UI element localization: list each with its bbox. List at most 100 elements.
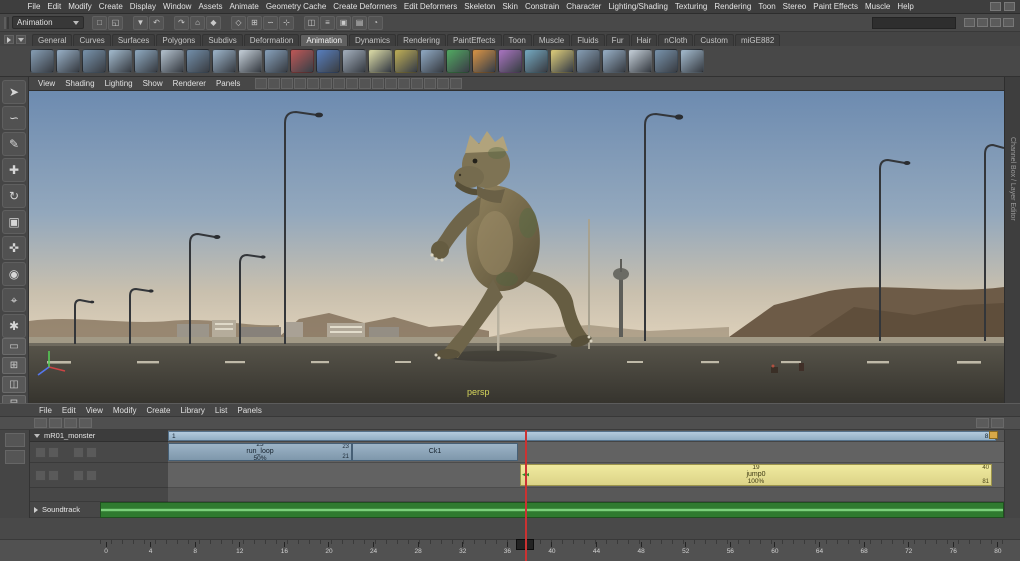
- panel-toolbar-button-03[interactable]: [281, 78, 294, 89]
- menu-item[interactable]: Edit Deformers: [400, 2, 460, 11]
- timeline-tick[interactable]: 28: [412, 542, 424, 555]
- animation-shelf-button-03[interactable]: [82, 49, 106, 73]
- shelf-tab[interactable]: Rendering: [397, 34, 446, 46]
- panel-menu-item[interactable]: Lighting: [100, 79, 138, 88]
- track-mute-button[interactable]: [35, 469, 46, 481]
- panel-toolbar-button-06[interactable]: [320, 78, 333, 89]
- timeline-tick[interactable]: 72: [903, 542, 915, 555]
- timeline-tick[interactable]: 32: [457, 542, 469, 555]
- move-track-down-button[interactable]: [49, 418, 62, 428]
- move-track-up-button[interactable]: [34, 418, 47, 428]
- timeline-tick[interactable]: 24: [368, 542, 380, 555]
- expand-arrow-icon[interactable]: [34, 506, 38, 513]
- panel-menu-item[interactable]: Renderer: [168, 79, 211, 88]
- menu-item[interactable]: Paint Effects: [810, 2, 862, 11]
- shelf-tab[interactable]: Hair: [630, 34, 658, 46]
- shelf-tab[interactable]: Custom: [694, 34, 734, 46]
- redo-button[interactable]: ↷: [174, 15, 189, 30]
- track-2-lane[interactable]: ◂◂ 19 jump0 100% 40 81: [168, 463, 1004, 488]
- track-options-button[interactable]: [86, 446, 97, 458]
- animation-shelf-button-26[interactable]: [680, 49, 704, 73]
- shelf-prev-tab-button[interactable]: [4, 35, 14, 44]
- snap-to-point-button[interactable]: ⊹: [279, 15, 294, 30]
- panel-toolbar-button-05[interactable]: [307, 78, 320, 89]
- animation-shelf-button-02[interactable]: [56, 49, 80, 73]
- timeline-tick[interactable]: 8: [189, 542, 201, 555]
- shelf-tab[interactable]: Deformation: [243, 34, 300, 46]
- trax-graph-toggle-button[interactable]: [4, 433, 25, 447]
- timeline-tick[interactable]: 68: [858, 542, 870, 555]
- panel-toolbar-button-08[interactable]: [346, 78, 359, 89]
- shelf-tab[interactable]: Subdivs: [202, 34, 243, 46]
- track-options-button[interactable]: [86, 469, 97, 481]
- animation-shelf-button-10[interactable]: [264, 49, 288, 73]
- select-tool[interactable]: ➤: [2, 80, 26, 104]
- animation-shelf-button-24[interactable]: [628, 49, 652, 73]
- menu-item[interactable]: File: [24, 2, 44, 11]
- paint-select-tool[interactable]: ✎: [2, 132, 26, 156]
- timeline-tick[interactable]: 36: [501, 542, 513, 555]
- panel-toolbar-button-15[interactable]: [437, 78, 450, 89]
- trax-menu-item[interactable]: List: [210, 406, 232, 415]
- remove-track-button[interactable]: [79, 418, 92, 428]
- track-solo-button[interactable]: [48, 469, 59, 481]
- menu-item[interactable]: Window: [160, 2, 195, 11]
- shelf-tab[interactable]: Curves: [73, 34, 111, 46]
- menu-item[interactable]: Character: [563, 2, 605, 11]
- render-current-frame-button[interactable]: ▣: [336, 15, 351, 30]
- animation-shelf-button-20[interactable]: [524, 49, 548, 73]
- last-tool[interactable]: ✱: [2, 314, 26, 338]
- single-pane-layout-button[interactable]: ▭: [2, 338, 26, 355]
- four-pane-layout-button[interactable]: ⊞: [2, 357, 26, 374]
- shelf-menu-button[interactable]: [16, 35, 26, 44]
- channel-box-collapsed-strip[interactable]: Channel Box / Layer Editor: [1004, 77, 1020, 403]
- shelf-tab[interactable]: Polygons: [156, 34, 202, 46]
- track-group-header[interactable]: mR01_monster: [30, 430, 168, 442]
- track-mute-button[interactable]: [35, 446, 46, 458]
- panel-toolbar-button-07[interactable]: [333, 78, 346, 89]
- menu-item[interactable]: Constrain: [521, 2, 562, 11]
- panel-toolbar-button-09[interactable]: [359, 78, 372, 89]
- animation-shelf-button-21[interactable]: [550, 49, 574, 73]
- trax-menu-item[interactable]: View: [81, 406, 108, 415]
- animation-shelf-button-04[interactable]: [108, 49, 132, 73]
- panel-menu-item[interactable]: View: [33, 79, 60, 88]
- shelf-tab[interactable]: Fur: [605, 34, 630, 46]
- track-lock-button[interactable]: [73, 469, 84, 481]
- panel-toolbar-button-12[interactable]: [398, 78, 411, 89]
- panel-toolbar-button-04[interactable]: [294, 78, 307, 89]
- animation-shelf-button-19[interactable]: [498, 49, 522, 73]
- soundtrack-header[interactable]: Soundtrack: [30, 502, 100, 518]
- animation-shelf-button-01[interactable]: [30, 49, 54, 73]
- show-attribute-editor-button[interactable]: [964, 18, 975, 27]
- menu-item[interactable]: Rendering: [711, 2, 755, 11]
- snap-to-grid-button[interactable]: ⊞: [247, 15, 262, 30]
- shelf-tab[interactable]: General: [32, 34, 73, 46]
- menu-set-dropdown[interactable]: Animation: [12, 16, 84, 29]
- trax-menu-item[interactable]: Panels: [232, 406, 266, 415]
- animation-shelf-button-09[interactable]: [238, 49, 262, 73]
- scale-tool[interactable]: ▣: [2, 210, 26, 234]
- menu-item[interactable]: Lighting/Shading: [605, 2, 672, 11]
- timeline-tick[interactable]: 4: [145, 542, 157, 555]
- timeline-tick[interactable]: 12: [234, 542, 246, 555]
- timeline-tick[interactable]: 0: [100, 542, 112, 555]
- panel-toolbar-button-16[interactable]: [450, 78, 463, 89]
- undo-button[interactable]: ↶: [149, 15, 164, 30]
- animation-shelf-button-06[interactable]: [160, 49, 184, 73]
- show-channel-box-button[interactable]: [990, 18, 1001, 27]
- frame-all-button[interactable]: [976, 418, 989, 428]
- window-list-button[interactable]: [1004, 2, 1015, 11]
- construction-history-button[interactable]: ≡: [320, 15, 335, 30]
- menu-item[interactable]: Skin: [499, 2, 522, 11]
- select-by-component-button[interactable]: ◇: [231, 15, 246, 30]
- menu-item[interactable]: Texturing: [671, 2, 710, 11]
- panel-toolbar-button-10[interactable]: [372, 78, 385, 89]
- track-lock-button[interactable]: [73, 446, 84, 458]
- clip-ck1[interactable]: Ck1: [352, 443, 518, 461]
- universal-manipulator-tool[interactable]: ✜: [2, 236, 26, 260]
- menu-item[interactable]: Display: [126, 2, 159, 11]
- shelf-tab[interactable]: Muscle: [532, 34, 571, 46]
- timeline-tick[interactable]: 20: [323, 542, 335, 555]
- ipr-render-button[interactable]: ▤: [352, 15, 367, 30]
